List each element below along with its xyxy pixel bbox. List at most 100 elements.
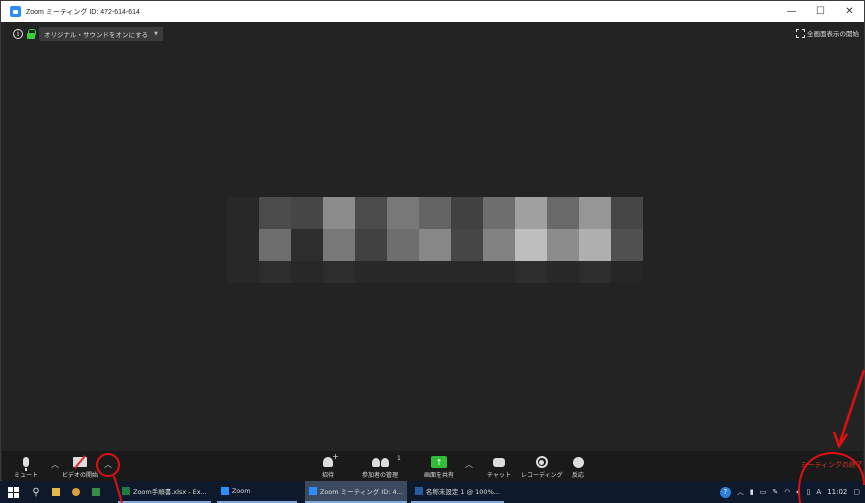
sheet-app-icon[interactable] bbox=[86, 481, 106, 503]
excel-icon bbox=[122, 487, 130, 495]
close-button[interactable]: ✕ bbox=[835, 1, 864, 22]
mosaic-cell bbox=[419, 229, 451, 261]
mosaic-cell bbox=[291, 229, 323, 261]
mosaic-cell bbox=[451, 261, 483, 283]
mosaic-cell bbox=[227, 197, 259, 229]
share-options-chevron-icon[interactable]: ︿ bbox=[465, 459, 473, 470]
chevron-down-icon[interactable]: ▼ bbox=[154, 31, 158, 37]
mosaic-cell bbox=[611, 229, 643, 261]
video-area: i オリジナル・サウンドをオンにする ▼ 全画面表示の開始 bbox=[5, 23, 862, 451]
mosaic-cell bbox=[323, 261, 355, 283]
maximize-button[interactable]: ☐ bbox=[806, 1, 835, 22]
zoom-icon bbox=[308, 487, 317, 495]
mosaic-cell bbox=[483, 229, 515, 261]
mosaic-cell bbox=[387, 229, 419, 261]
taskbar-app-label: 名称未設定 1 @ 100%... bbox=[425, 488, 500, 496]
chrome-icon[interactable] bbox=[66, 481, 86, 503]
invite-button[interactable]: 招待 bbox=[322, 452, 339, 479]
fullscreen-label: 全画面表示の開始 bbox=[807, 30, 859, 38]
mosaic-cell bbox=[611, 261, 643, 283]
system-tray: ? ︿ ▮ ▭ ✎ ◠ 🔈︎ ▯ A 11:02 ▢ bbox=[719, 481, 865, 503]
microphone-icon bbox=[23, 457, 29, 471]
mosaic-cell bbox=[515, 229, 547, 261]
minimize-button[interactable]: — bbox=[777, 1, 806, 22]
pixelated-name-mosaic bbox=[227, 197, 643, 283]
mosaic-cell bbox=[387, 197, 419, 229]
taskbar-app-label: Zoom ミーティング ID: 4... bbox=[319, 488, 403, 496]
mosaic-cell bbox=[451, 229, 483, 261]
emoji-icon bbox=[572, 456, 584, 468]
end-meeting-button[interactable]: ミーティングの終了 bbox=[800, 460, 863, 470]
participant-count: 1 bbox=[397, 455, 401, 462]
image-editor-icon bbox=[414, 487, 423, 495]
zoom-app-icon bbox=[10, 6, 21, 17]
record-button[interactable]: レコーディング bbox=[521, 454, 563, 479]
mosaic-cell bbox=[291, 197, 323, 229]
mosaic-cell bbox=[259, 197, 291, 229]
battery-icon[interactable]: ▯ bbox=[807, 488, 811, 496]
mosaic-cell bbox=[547, 229, 579, 261]
start-video-label: ビデオの開始 bbox=[62, 472, 99, 479]
chat-button[interactable]: チャット bbox=[487, 454, 511, 479]
fullscreen-icon bbox=[796, 28, 805, 38]
share-screen-button[interactable]: ↑ 画面を共有 bbox=[424, 454, 454, 479]
mosaic-cell bbox=[515, 197, 547, 229]
start-video-button[interactable]: ビデオの開始 bbox=[62, 454, 98, 479]
taskbar-app-photoshop[interactable]: 名称未設定 1 @ 100%... bbox=[410, 481, 504, 503]
windows-logo-icon bbox=[7, 486, 19, 498]
mosaic-cell bbox=[323, 197, 355, 229]
taskbar-app-zoom-meeting[interactable]: Zoom ミーティング ID: 4... bbox=[304, 481, 407, 503]
mute-button[interactable]: ミュート bbox=[14, 454, 38, 479]
network-icon[interactable]: ▭ bbox=[760, 488, 767, 496]
volume-icon[interactable]: 🔈︎ bbox=[796, 488, 800, 497]
taskbar-app-label: Zoom手順書.xlsx - Ex... bbox=[133, 488, 207, 496]
mosaic-cell bbox=[547, 197, 579, 229]
ime-indicator[interactable]: A bbox=[816, 488, 821, 496]
mosaic-cell bbox=[483, 261, 515, 283]
search-icon[interactable]: ⚲ bbox=[26, 481, 46, 503]
original-sound-button[interactable]: オリジナル・サウンドをオンにする ▼ bbox=[39, 27, 163, 41]
mosaic-cell bbox=[579, 197, 611, 229]
invite-label: 招待 bbox=[322, 472, 335, 479]
mosaic-cell bbox=[355, 261, 387, 283]
mute-label: ミュート bbox=[14, 472, 39, 479]
wifi-icon[interactable]: ◠ bbox=[784, 488, 790, 496]
window-title: Zoom ミーティング ID: 472-614-614 bbox=[26, 8, 140, 16]
meeting-toolbar: ミュート ︿ ビデオの開始 ︿ 招待 1 参加者の管理 ↑ 画面を共有 ︿ チャ… bbox=[2, 451, 863, 482]
pen-icon[interactable]: ✎ bbox=[772, 488, 778, 496]
info-icon[interactable]: i bbox=[13, 29, 23, 39]
file-explorer-icon[interactable] bbox=[46, 481, 66, 503]
mosaic-cell bbox=[419, 197, 451, 229]
meeting-info-bar: i オリジナル・サウンドをオンにする ▼ bbox=[13, 27, 163, 41]
mosaic-cell bbox=[323, 229, 355, 261]
mosaic-cell bbox=[579, 261, 611, 283]
manage-participants-button[interactable]: 1 参加者の管理 bbox=[362, 454, 401, 479]
windows-taskbar: ⚲ Zoom手順書.xlsx - Ex... Zoom Zoom ミーティング … bbox=[0, 481, 865, 503]
share-screen-icon: ↑ bbox=[431, 456, 447, 468]
video-options-chevron-icon[interactable]: ︿ bbox=[104, 459, 112, 470]
fullscreen-button[interactable]: 全画面表示の開始 bbox=[796, 28, 859, 38]
notifications-icon[interactable]: ▢ bbox=[853, 488, 860, 496]
reactions-button[interactable]: 反応 bbox=[572, 454, 584, 479]
lock-icon[interactable] bbox=[27, 29, 36, 39]
taskbar-app-excel[interactable]: Zoom手順書.xlsx - Ex... bbox=[118, 481, 211, 503]
record-icon bbox=[535, 456, 548, 468]
mosaic-cell bbox=[515, 261, 547, 283]
zoom-window: Zoom ミーティング ID: 472-614-614 — ☐ ✕ i オリジナ… bbox=[0, 0, 865, 482]
mosaic-cell bbox=[611, 197, 643, 229]
title-bar: Zoom ミーティング ID: 472-614-614 — ☐ ✕ bbox=[1, 1, 864, 22]
show-hidden-icons-chevron-icon[interactable]: ︿ bbox=[737, 487, 744, 497]
microphone-tray-icon[interactable]: ▮ bbox=[750, 488, 754, 496]
start-button[interactable] bbox=[0, 481, 26, 503]
video-off-icon bbox=[73, 457, 87, 467]
help-icon[interactable]: ? bbox=[719, 486, 731, 498]
taskbar-app-zoom[interactable]: Zoom bbox=[216, 481, 297, 503]
mosaic-cell bbox=[419, 261, 451, 283]
clock[interactable]: 11:02 bbox=[827, 488, 847, 496]
record-label: レコーディング bbox=[521, 472, 563, 479]
reactions-label: 反応 bbox=[572, 472, 585, 479]
mosaic-cell bbox=[387, 261, 419, 283]
audio-options-chevron-icon[interactable]: ︿ bbox=[51, 459, 59, 470]
mosaic-cell bbox=[259, 261, 291, 283]
mosaic-cell bbox=[579, 229, 611, 261]
